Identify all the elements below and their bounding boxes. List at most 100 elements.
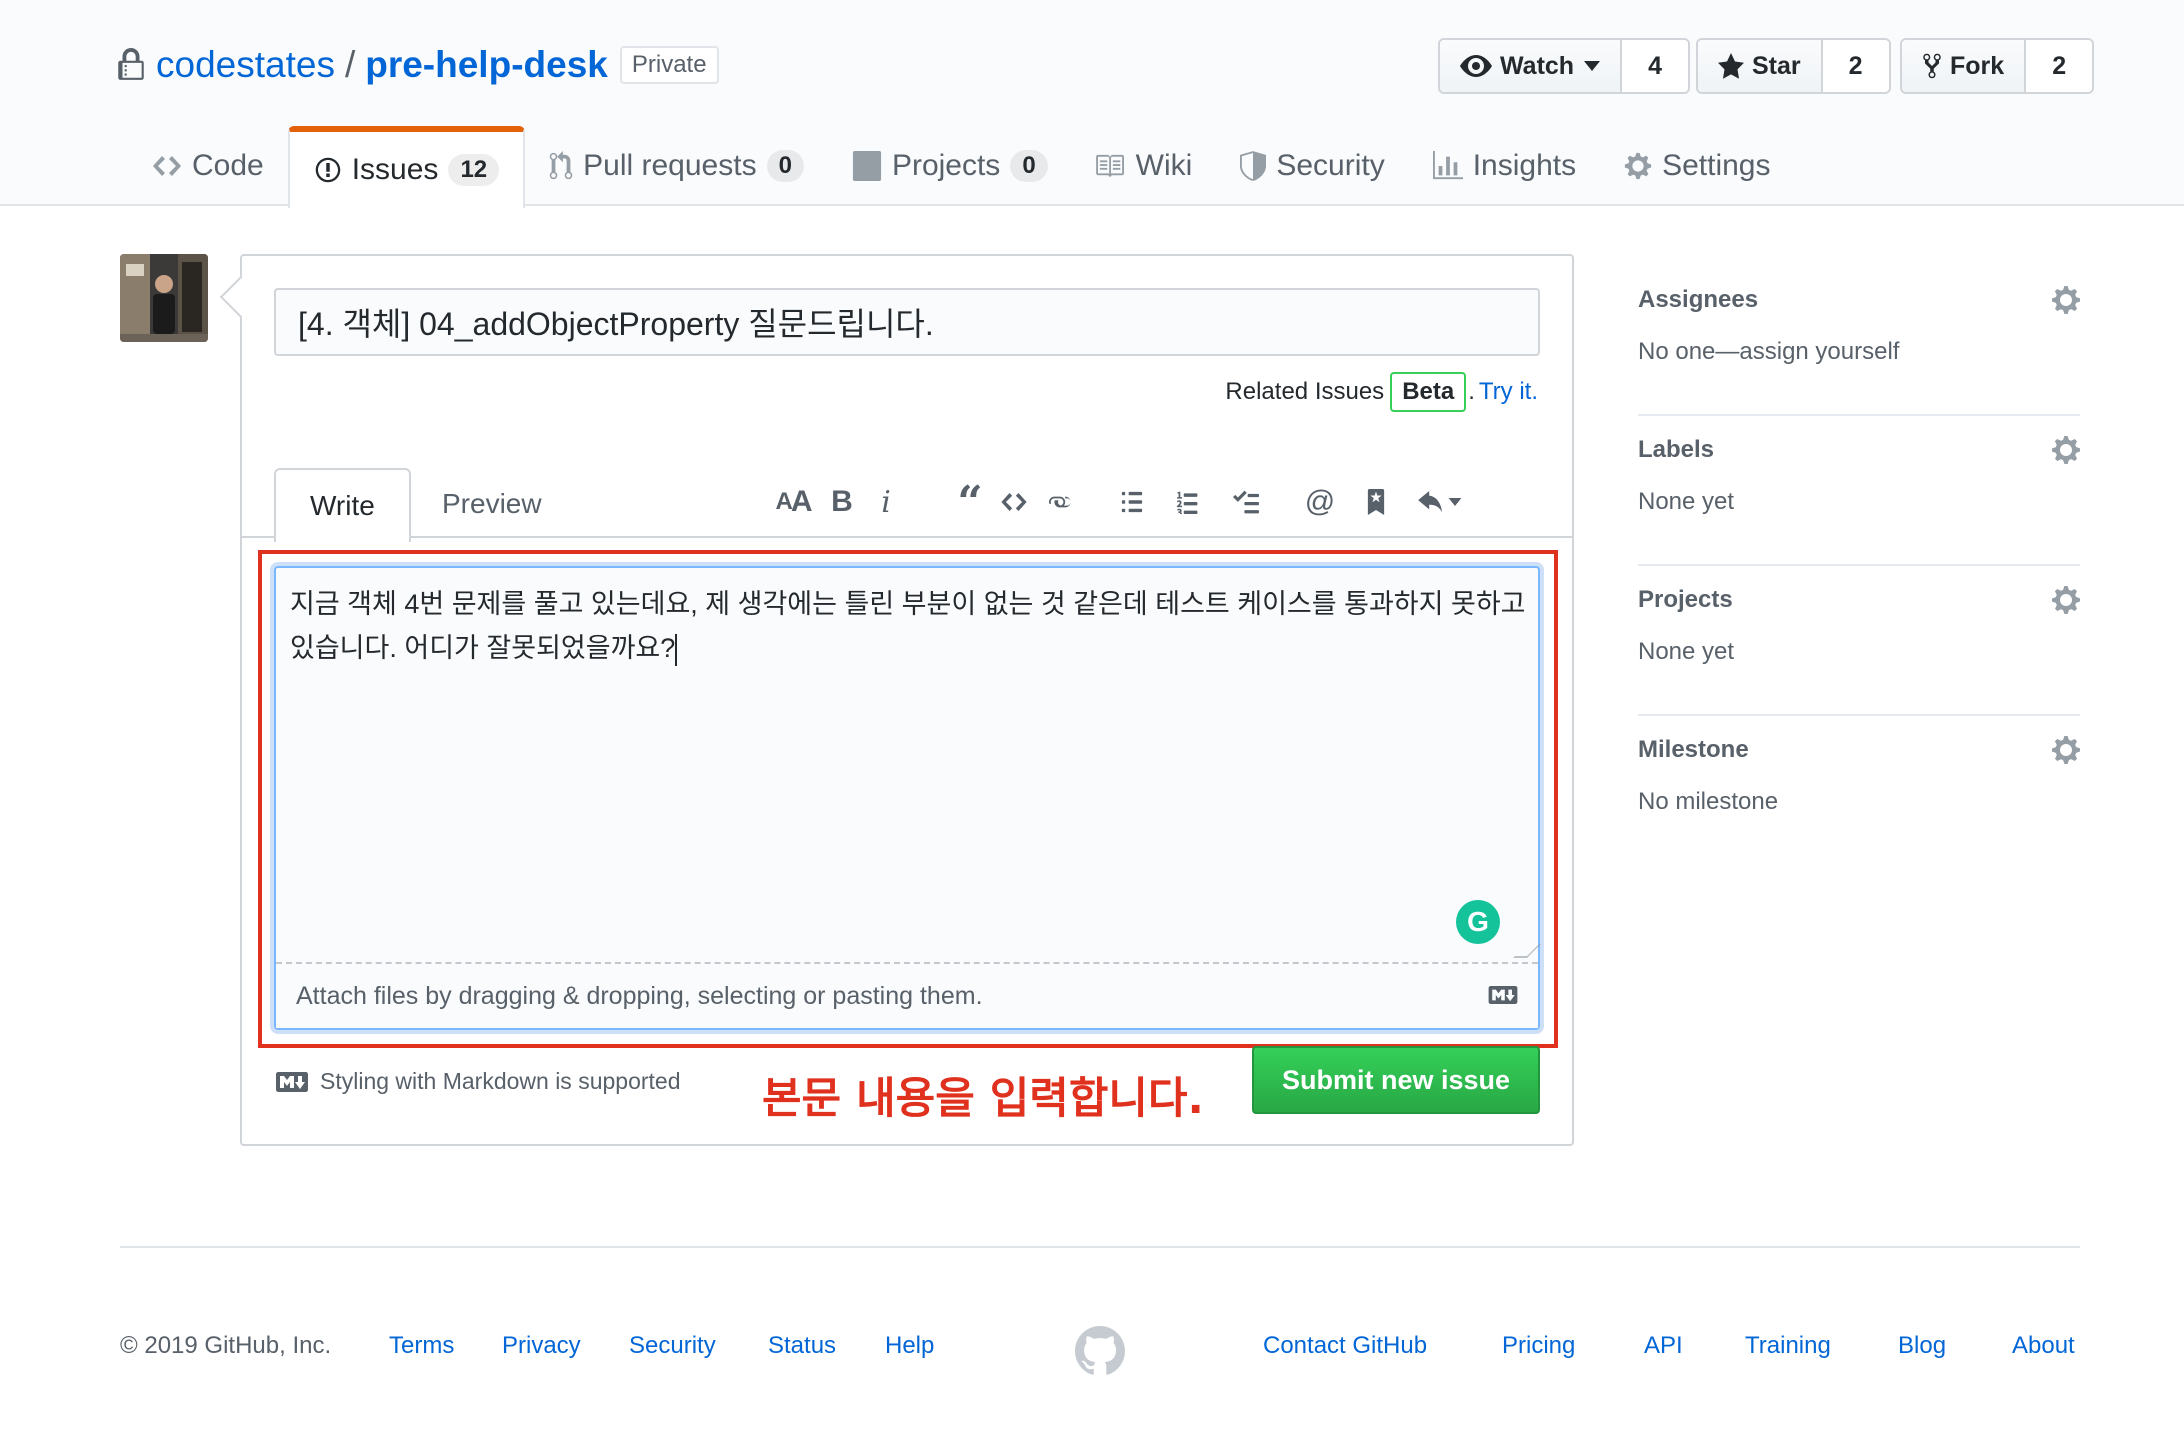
watch-button[interactable]: Watch [1440, 40, 1623, 92]
footer-link-privacy[interactable]: Privacy [502, 1332, 581, 1360]
try-it-link[interactable]: Try it. [1479, 378, 1538, 406]
projects-value: None yet [1638, 638, 1735, 665]
tab-projects[interactable]: Projects 0 [828, 126, 1072, 206]
shield-icon [1240, 151, 1267, 181]
tab-issues-label: Issues [351, 153, 439, 186]
repo-header: codestates / pre-help-desk Private Watch… [0, 0, 2184, 208]
reply-icon[interactable] [1410, 480, 1470, 524]
ordered-list-icon[interactable] [1166, 480, 1210, 524]
watch-label: Watch [1500, 51, 1575, 80]
gear-icon[interactable] [2052, 434, 2080, 466]
avatar[interactable] [120, 254, 208, 342]
code-icon [153, 156, 181, 176]
unordered-list-icon[interactable] [1110, 480, 1154, 524]
related-issues: Related Issues Beta . Try it. [1225, 372, 1538, 412]
tab-issues[interactable]: Issues 12 [287, 126, 526, 208]
sidebar-labels: Labels None yet [1638, 416, 2080, 566]
gear-icon[interactable] [2052, 734, 2080, 766]
tab-settings[interactable]: Settings [1600, 126, 1794, 206]
tab-preview[interactable]: Preview [408, 468, 576, 540]
markdown-toolbar: AA B i “ @ [772, 477, 1470, 528]
markdown-icon [276, 1071, 308, 1092]
footer-link-help[interactable]: Help [885, 1332, 934, 1360]
repo-nav: Code Issues 12 Pull requests 0 Projects … [128, 126, 1795, 208]
issues-count-badge: 12 [448, 154, 500, 186]
labels-heading[interactable]: Labels [1638, 436, 1714, 464]
beta-badge: Beta [1390, 372, 1467, 412]
code-icon[interactable] [992, 480, 1036, 524]
gear-icon[interactable] [2052, 584, 2080, 616]
projects-heading[interactable]: Projects [1638, 586, 1733, 614]
repo-title: codestates / pre-help-desk Private [118, 40, 719, 90]
eye-icon [1460, 55, 1492, 77]
star-button[interactable]: Star [1698, 40, 1823, 92]
issue-title-input[interactable]: [4. 객체] 04_addObjectProperty 질문드립니다. [274, 288, 1540, 356]
star-icon [1718, 53, 1744, 79]
fork-icon [1923, 53, 1941, 79]
projects-count-badge: 0 [1010, 150, 1048, 182]
markdown-supported-note[interactable]: Styling with Markdown is supported [276, 1068, 681, 1095]
tab-write[interactable]: Write [274, 468, 411, 542]
milestone-value: No milestone [1638, 788, 1779, 815]
submit-new-issue-button[interactable]: Submit new issue [1252, 1046, 1540, 1114]
task-list-icon[interactable] [1224, 480, 1268, 524]
link-icon[interactable] [1036, 480, 1080, 524]
issue-sidebar: Assignees No one—assign yourself Labels … [1638, 266, 2080, 866]
tab-insights[interactable]: Insights [1409, 126, 1600, 206]
footer-link-security[interactable]: Security [629, 1332, 716, 1360]
tab-code-label: Code [192, 149, 264, 182]
private-badge: Private [619, 46, 719, 84]
tab-insights-label: Insights [1472, 149, 1577, 182]
fork-label: Fork [1950, 51, 2005, 80]
star-group: Star 2 [1696, 38, 1891, 94]
star-label: Star [1752, 51, 1801, 80]
italic-icon[interactable]: i [864, 480, 908, 524]
fork-count[interactable]: 2 [2026, 40, 2093, 92]
footer-link-about[interactable]: About [2012, 1332, 2075, 1360]
quote-icon[interactable]: “ [948, 477, 992, 528]
footer-link-api[interactable]: API [1644, 1332, 1683, 1360]
footer-link-status[interactable]: Status [768, 1332, 836, 1360]
pull-request-icon [549, 151, 573, 180]
footer-divider [120, 1246, 2080, 1248]
caret-down-icon [1584, 61, 1601, 71]
markdown-note-text: Styling with Markdown is supported [320, 1068, 681, 1094]
fork-group: Fork 2 [1900, 38, 2095, 94]
repo-owner-link[interactable]: codestates [156, 44, 335, 86]
footer-link-contact[interactable]: Contact GitHub [1263, 1332, 1427, 1360]
tab-projects-label: Projects [891, 149, 1001, 182]
annotation-caption: 본문 내용을 입력합니다. [762, 1074, 1204, 1124]
graph-icon [1432, 151, 1463, 180]
bookmark-icon[interactable] [1354, 480, 1398, 524]
assignees-heading[interactable]: Assignees [1638, 286, 1758, 314]
gear-icon [1624, 152, 1652, 180]
tab-pull-requests[interactable]: Pull requests 0 [525, 126, 828, 206]
footer-copyright: © 2019 GitHub, Inc. [120, 1332, 332, 1359]
bold-icon[interactable]: B [820, 480, 864, 524]
footer-link-terms[interactable]: Terms [389, 1332, 454, 1360]
milestone-heading[interactable]: Milestone [1638, 736, 1749, 764]
tab-code[interactable]: Code [128, 126, 288, 206]
tab-pull-requests-label: Pull requests [583, 149, 757, 182]
header-text-icon[interactable]: AA [772, 480, 816, 524]
watch-group: Watch 4 [1438, 38, 1690, 94]
repo-name-link[interactable]: pre-help-desk [365, 44, 608, 86]
labels-value: None yet [1638, 488, 1735, 515]
caret-down-icon [1448, 498, 1462, 506]
new-issue-form: [4. 객체] 04_addObjectProperty 질문드립니다. Rel… [240, 254, 1574, 1146]
star-count[interactable]: 2 [1822, 40, 1889, 92]
tab-settings-label: Settings [1662, 149, 1771, 182]
mention-icon[interactable]: @ [1298, 480, 1342, 524]
sidebar-projects: Projects None yet [1638, 566, 2080, 716]
github-mark-icon[interactable] [1075, 1326, 1125, 1376]
footer-link-blog[interactable]: Blog [1898, 1332, 1946, 1360]
footer-link-training[interactable]: Training [1745, 1332, 1831, 1360]
tab-security[interactable]: Security [1216, 126, 1408, 206]
tab-wiki[interactable]: Wiki [1072, 126, 1217, 206]
watch-count[interactable]: 4 [1622, 40, 1688, 92]
gear-icon[interactable] [2052, 284, 2080, 316]
pulls-count-badge: 0 [766, 150, 804, 182]
fork-button[interactable]: Fork [1902, 40, 2027, 92]
assignees-value[interactable]: No one—assign yourself [1638, 338, 1899, 366]
footer-link-pricing[interactable]: Pricing [1502, 1332, 1575, 1360]
